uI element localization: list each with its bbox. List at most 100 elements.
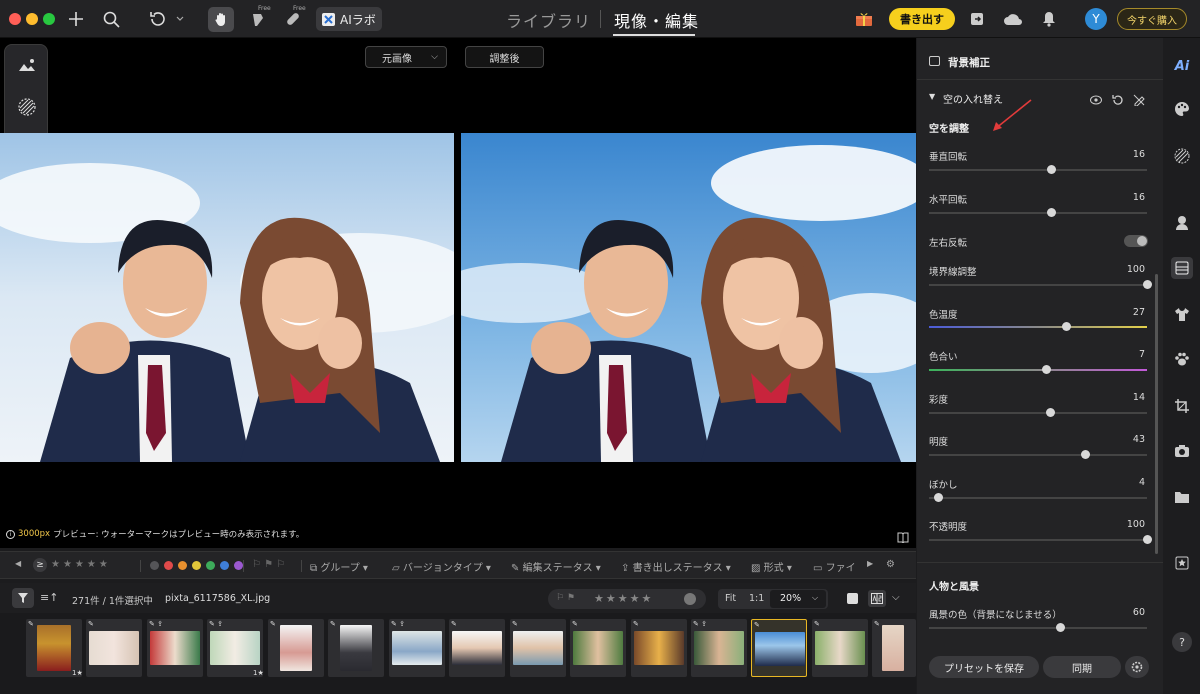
eye-icon[interactable]: [1090, 91, 1102, 105]
cloud-icon[interactable]: [1001, 8, 1025, 30]
slider-knob[interactable]: [1045, 408, 1055, 417]
filmstrip-thumb[interactable]: ✎: [631, 619, 687, 677]
landscape-color-slider[interactable]: [929, 623, 1147, 632]
tint-slider[interactable]: [929, 365, 1147, 374]
version-type-filter[interactable]: ▱ バージョンタイプ ▾: [392, 559, 491, 574]
filmstrip-thumb-selected[interactable]: ✎: [751, 619, 807, 677]
caret-right-icon[interactable]: ▶: [867, 559, 873, 568]
book-view-icon[interactable]: [897, 528, 909, 544]
zoom-fit-button[interactable]: Fit: [725, 593, 736, 604]
slider-knob[interactable]: [1047, 165, 1057, 174]
filmstrip-thumb[interactable]: ✎: [812, 619, 868, 677]
opacity-slider[interactable]: [929, 535, 1152, 544]
edit-status-filter[interactable]: ✎ 編集ステータス ▾: [511, 559, 601, 574]
window-zoom-button[interactable]: [43, 13, 55, 25]
flip-horizontal-toggle[interactable]: [1124, 235, 1148, 247]
filmstrip-thumb[interactable]: ✎: [86, 619, 142, 677]
avatar[interactable]: Y: [1085, 8, 1107, 30]
add-icon[interactable]: [64, 8, 88, 30]
background-correction-tab-icon[interactable]: [1171, 257, 1193, 279]
tshirt-icon[interactable]: [1172, 304, 1192, 324]
edge-adjust-slider[interactable]: [929, 280, 1152, 289]
filmstrip-thumb[interactable]: ✎ ⇪: [389, 619, 445, 677]
rating-stars[interactable]: ★★★★★: [594, 592, 653, 605]
filmstrip-thumb[interactable]: ✎ ⇪ 1★: [207, 619, 264, 677]
color-temperature-slider[interactable]: [929, 322, 1147, 331]
source-image-select[interactable]: 元画像 ⌵: [365, 46, 447, 68]
ai-lab-button[interactable]: AIラボ: [316, 7, 382, 31]
blur-slider[interactable]: [929, 493, 1147, 502]
vertical-rotation-slider[interactable]: [929, 165, 1147, 174]
reset-icon[interactable]: [1112, 91, 1124, 105]
rating-filter-stars[interactable]: ★★★★★: [51, 559, 111, 570]
caret-left-icon[interactable]: ◀: [15, 559, 21, 568]
camera-icon[interactable]: [1172, 441, 1192, 461]
color-label-dot[interactable]: [164, 561, 173, 570]
filmstrip-thumb[interactable]: ✎: [510, 619, 566, 677]
single-view-icon[interactable]: [847, 593, 858, 604]
compare-view-icon[interactable]: [868, 590, 886, 607]
window-minimize-button[interactable]: [26, 13, 38, 25]
ai-icon[interactable]: Ai: [1172, 56, 1192, 76]
filmstrip-thumb[interactable]: ✎: [449, 619, 505, 677]
texture-pattern-icon[interactable]: [15, 95, 39, 119]
search-icon[interactable]: [99, 8, 123, 30]
tab-develop[interactable]: 現像・編集: [614, 8, 699, 32]
favorite-star-icon[interactable]: [1172, 553, 1192, 573]
color-label-dot[interactable]: [220, 561, 229, 570]
filmstrip-thumb[interactable]: ✎: [328, 619, 384, 677]
slider-knob[interactable]: [1143, 535, 1152, 544]
sync-button[interactable]: 同期: [1043, 656, 1121, 678]
flag-filter-icons[interactable]: ⚐ ⚑ ⚐: [252, 559, 285, 570]
filmstrip-thumb[interactable]: ✎: [268, 619, 324, 677]
filter-settings-icon[interactable]: ⚙: [886, 559, 895, 570]
portrait-icon[interactable]: [1172, 212, 1192, 232]
export-button[interactable]: 書き出す: [889, 8, 955, 30]
flag-icons[interactable]: ⚐ ⚑: [556, 593, 575, 603]
zoom-1to1-button[interactable]: 1:1: [749, 593, 764, 604]
slider-knob[interactable]: [1055, 623, 1065, 632]
pet-paw-icon[interactable]: [1172, 349, 1192, 369]
filmstrip-thumb[interactable]: ✎: [570, 619, 626, 677]
file-filter[interactable]: ▭ ファイ: [813, 559, 856, 574]
open-in-window-icon[interactable]: [965, 8, 989, 30]
hand-tool-icon[interactable]: [208, 7, 234, 32]
sort-icon[interactable]: ≡↑: [40, 591, 58, 604]
group-filter[interactable]: ⧉ グループ ▾: [310, 559, 368, 574]
slider-knob[interactable]: [933, 493, 943, 502]
filmstrip-thumb[interactable]: ✎ ⇪: [691, 619, 747, 677]
palette-icon[interactable]: [1172, 99, 1192, 119]
sync-settings-gear-icon[interactable]: [1125, 656, 1149, 678]
filmstrip-thumb[interactable]: ✎: [872, 619, 916, 677]
slider-knob[interactable]: [1062, 322, 1072, 331]
bandage-tool-icon[interactable]: Free: [281, 5, 306, 30]
filter-icon[interactable]: [12, 588, 34, 608]
slider-knob[interactable]: [1047, 208, 1057, 217]
bell-icon[interactable]: [1037, 8, 1061, 30]
color-label-dot[interactable]: [150, 561, 159, 570]
buy-now-button[interactable]: 今すぐ購入: [1117, 8, 1187, 30]
brightness-slider[interactable]: [929, 450, 1147, 459]
color-label-dot[interactable]: [234, 561, 243, 570]
folder-image-icon[interactable]: [1172, 487, 1192, 507]
format-filter[interactable]: ▨ 形式 ▾: [751, 559, 792, 574]
filmstrip-thumb[interactable]: ✎ ⇪: [147, 619, 203, 677]
collapse-triangle-icon[interactable]: ▼: [929, 92, 935, 101]
chevron-down-icon[interactable]: ⌵: [892, 592, 900, 603]
filmstrip-thumb[interactable]: ✎ 1★: [26, 619, 83, 677]
color-label-dot[interactable]: [178, 561, 187, 570]
retouch-tool-icon[interactable]: Free: [246, 5, 271, 30]
color-label-dot[interactable]: [684, 593, 696, 605]
slider-knob[interactable]: [1080, 450, 1090, 459]
window-close-button[interactable]: [9, 13, 21, 25]
export-status-filter[interactable]: ⇪ 書き出しステータス ▾: [621, 559, 731, 574]
horizontal-rotation-slider[interactable]: [929, 208, 1147, 217]
landscape-edit-icon[interactable]: [15, 53, 39, 77]
gift-icon[interactable]: [852, 8, 876, 30]
eraser-icon[interactable]: [1133, 91, 1145, 107]
after-view-button[interactable]: 調整後: [465, 46, 544, 68]
panel-scrollbar[interactable]: [1155, 274, 1158, 554]
rating-operator-icon[interactable]: ≥: [33, 558, 47, 572]
color-label-filter[interactable]: [150, 561, 243, 570]
help-button[interactable]: ?: [1172, 632, 1192, 652]
